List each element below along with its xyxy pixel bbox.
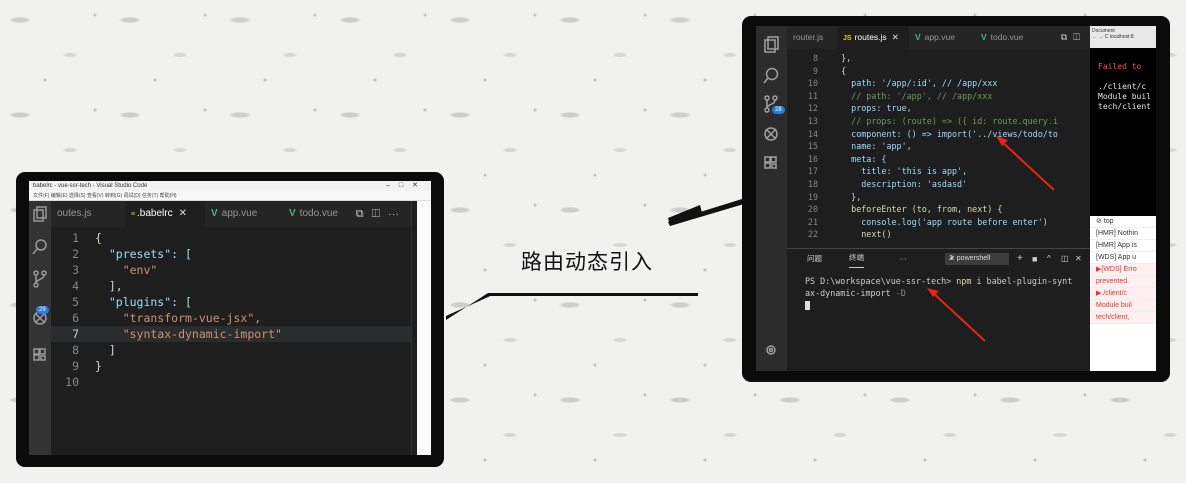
- annotation-arrows: [927, 136, 1055, 342]
- callout-label: 路由动态引入: [521, 251, 653, 274]
- right-screenshot-frame: 28 router.js JS routes.js ✕ Vapp.vue Vtodo…: [742, 16, 1170, 382]
- arrow-to-import-line: [1000, 140, 1055, 191]
- callout-underline: [488, 293, 698, 296]
- arrow-to-flag: [931, 291, 986, 342]
- right-vscode-window: 28 router.js JS routes.js ✕ Vapp.vue Vtodo…: [756, 26, 1156, 371]
